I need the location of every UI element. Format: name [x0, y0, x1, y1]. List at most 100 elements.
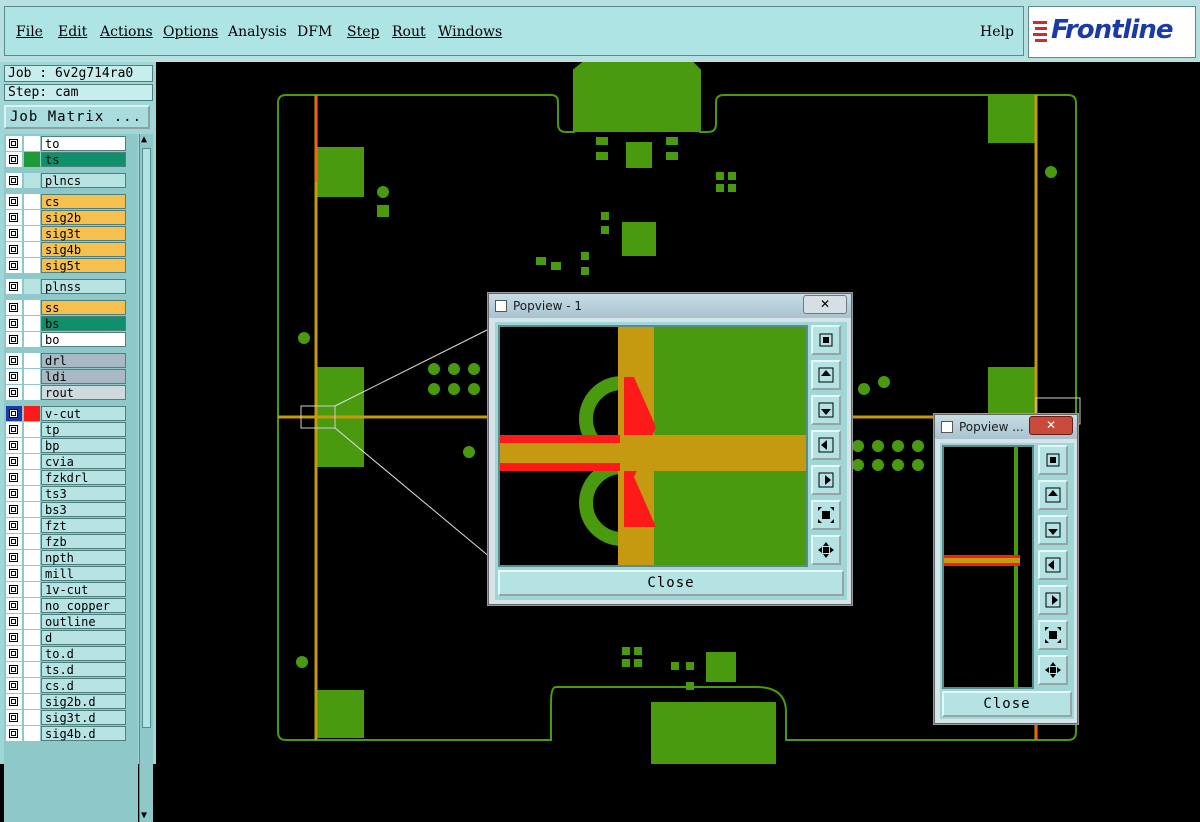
layer-scrollbar[interactable]: ▲ ▼	[139, 134, 153, 822]
layer-row[interactable]: ldi	[6, 369, 126, 384]
layer-name[interactable]: v-cut	[41, 406, 126, 421]
layer-checkbox[interactable]	[9, 713, 18, 722]
layer-color-swatch[interactable]	[24, 710, 40, 725]
layer-checkbox[interactable]	[9, 601, 18, 610]
layer-color-swatch[interactable]	[24, 534, 40, 549]
layer-color-swatch[interactable]	[24, 518, 40, 533]
layer-color-swatch[interactable]	[24, 486, 40, 501]
layer-checkbox[interactable]	[9, 521, 18, 530]
layer-name[interactable]: tp	[41, 422, 126, 437]
menu-step[interactable]: Step	[347, 24, 379, 40]
layer-checkbox[interactable]	[9, 569, 18, 578]
layer-checkbox[interactable]	[9, 585, 18, 594]
layer-name[interactable]: sig3t.d	[41, 710, 126, 725]
layer-name[interactable]: bs	[41, 316, 126, 331]
zoom-out-button[interactable]	[1038, 620, 1068, 650]
layer-checkbox[interactable]	[9, 697, 18, 706]
layer-name[interactable]: sig5t	[41, 258, 126, 273]
layer-row[interactable]: bo	[6, 332, 126, 347]
layer-row[interactable]: fzb	[6, 534, 126, 549]
layer-name[interactable]: cs.d	[41, 678, 126, 693]
layer-color-swatch[interactable]	[24, 438, 40, 453]
layer-name[interactable]: fzkdrl	[41, 470, 126, 485]
pan-down-button[interactable]	[1038, 515, 1068, 545]
popview-1-window[interactable]: Popview - 1 ✕ Close	[488, 293, 852, 605]
layer-name[interactable]: 1v-cut	[41, 582, 126, 597]
layer-row[interactable]: drl	[6, 353, 126, 368]
layer-checkbox[interactable]	[9, 197, 18, 206]
popview-1-close-button[interactable]: Close	[498, 570, 844, 596]
layer-color-swatch[interactable]	[24, 582, 40, 597]
layer-row[interactable]: plncs	[6, 173, 126, 188]
pan-up-button[interactable]	[811, 360, 841, 390]
layer-checkbox[interactable]	[9, 303, 18, 312]
layer-color-swatch[interactable]	[24, 226, 40, 241]
layer-row[interactable]: bs3	[6, 502, 126, 517]
pan-up-button[interactable]	[1038, 480, 1068, 510]
layer-row[interactable]: sig4b.d	[6, 726, 126, 741]
layer-color-swatch[interactable]	[24, 598, 40, 613]
layer-checkbox[interactable]	[9, 155, 18, 164]
layer-row[interactable]: no_copper	[6, 598, 126, 613]
layer-row[interactable]: sig3t.d	[6, 710, 126, 725]
layer-name[interactable]: fzb	[41, 534, 126, 549]
layer-color-swatch[interactable]	[24, 646, 40, 661]
layer-color-swatch[interactable]	[24, 316, 40, 331]
layer-name[interactable]: no_copper	[41, 598, 126, 613]
layer-checkbox[interactable]	[9, 553, 18, 562]
layer-name[interactable]: ts.d	[41, 662, 126, 677]
layer-checkbox[interactable]	[9, 229, 18, 238]
menu-rout[interactable]: Rout	[392, 24, 426, 40]
menu-help[interactable]: Help	[980, 24, 1014, 40]
popview-1-close-x-button[interactable]: ✕	[803, 295, 847, 314]
layer-row[interactable]: tp	[6, 422, 126, 437]
layer-checkbox[interactable]	[9, 261, 18, 270]
popview-1-titlebar[interactable]: Popview - 1	[489, 294, 851, 318]
popview-2-close-button[interactable]: Close	[942, 691, 1072, 717]
layer-row[interactable]: sig2b	[6, 210, 126, 225]
layer-row[interactable]: sig2b.d	[6, 694, 126, 709]
layer-checkbox[interactable]	[9, 617, 18, 626]
layer-name[interactable]: plncs	[41, 173, 126, 188]
menu-windows[interactable]: Windows	[438, 24, 502, 40]
layer-row[interactable]: mill	[6, 566, 126, 581]
layer-name[interactable]: bp	[41, 438, 126, 453]
layer-name[interactable]: plnss	[41, 279, 126, 294]
layer-checkbox[interactable]	[9, 505, 18, 514]
layer-row[interactable]: d	[6, 630, 126, 645]
layer-row[interactable]: sig5t	[6, 258, 126, 273]
layer-row[interactable]: outline	[6, 614, 126, 629]
layer-name[interactable]: sig3t	[41, 226, 126, 241]
layer-checkbox[interactable]	[9, 388, 18, 397]
layer-checkbox[interactable]	[9, 681, 18, 690]
popview-2-close-x-button[interactable]: ✕	[1029, 416, 1073, 435]
layer-name[interactable]: bs3	[41, 502, 126, 517]
layer-color-swatch[interactable]	[24, 258, 40, 273]
zoom-in-button[interactable]	[811, 535, 841, 565]
layer-name[interactable]: fzt	[41, 518, 126, 533]
layer-checkbox[interactable]	[9, 409, 18, 418]
layer-row[interactable]: cs.d	[6, 678, 126, 693]
layer-checkbox[interactable]	[9, 335, 18, 344]
layer-color-swatch[interactable]	[24, 566, 40, 581]
layer-name[interactable]: outline	[41, 614, 126, 629]
pan-left-button[interactable]	[1038, 550, 1068, 580]
layer-checkbox[interactable]	[9, 372, 18, 381]
layer-color-swatch[interactable]	[24, 630, 40, 645]
layer-checkbox[interactable]	[9, 356, 18, 365]
layer-name[interactable]: ts	[41, 152, 126, 167]
pan-left-button[interactable]	[811, 430, 841, 460]
zoom-fit-button[interactable]	[811, 325, 841, 355]
scroll-up-icon[interactable]: ▲	[141, 134, 147, 146]
layer-color-swatch[interactable]	[24, 470, 40, 485]
layer-checkbox[interactable]	[9, 457, 18, 466]
layer-checkbox[interactable]	[9, 441, 18, 450]
menu-edit[interactable]: Edit	[58, 24, 87, 40]
layer-row[interactable]: sig4b	[6, 242, 126, 257]
layer-name[interactable]: sig4b.d	[41, 726, 126, 741]
pan-down-button[interactable]	[811, 395, 841, 425]
layer-row[interactable]: bs	[6, 316, 126, 331]
popview-2-viewport[interactable]	[942, 445, 1034, 689]
layer-checkbox[interactable]	[9, 665, 18, 674]
layer-name[interactable]: npth	[41, 550, 126, 565]
